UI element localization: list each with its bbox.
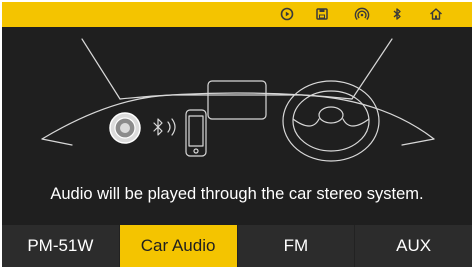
bluetooth-icon[interactable]	[389, 6, 405, 22]
car-audio-illustration	[2, 27, 472, 167]
windshield-left-line	[81, 38, 121, 100]
home-icon[interactable]	[428, 6, 444, 22]
steering-wheel	[282, 80, 380, 162]
play-circle-icon[interactable]	[279, 6, 295, 22]
source-tab-bar: PM-51W Car Audio FM AUX	[2, 225, 472, 267]
speaker-icon	[109, 112, 141, 144]
bluetooth-waves-icon	[153, 118, 176, 136]
save-icon[interactable]	[314, 6, 330, 22]
tab-aux[interactable]: AUX	[355, 225, 472, 267]
dashboard-line	[41, 94, 435, 140]
windshield-right-line	[351, 38, 393, 100]
phone-icon	[185, 109, 207, 157]
app-window: Audio will be played through the car ste…	[2, 2, 472, 267]
status-bar	[2, 2, 472, 27]
signal-icon[interactable]	[354, 6, 370, 22]
tab-pm-51w[interactable]: PM-51W	[2, 225, 120, 267]
audio-output-message: Audio will be played through the car ste…	[50, 185, 424, 203]
center-display	[207, 80, 267, 120]
tab-fm[interactable]: FM	[238, 225, 356, 267]
tab-car-audio[interactable]: Car Audio	[119, 225, 238, 267]
